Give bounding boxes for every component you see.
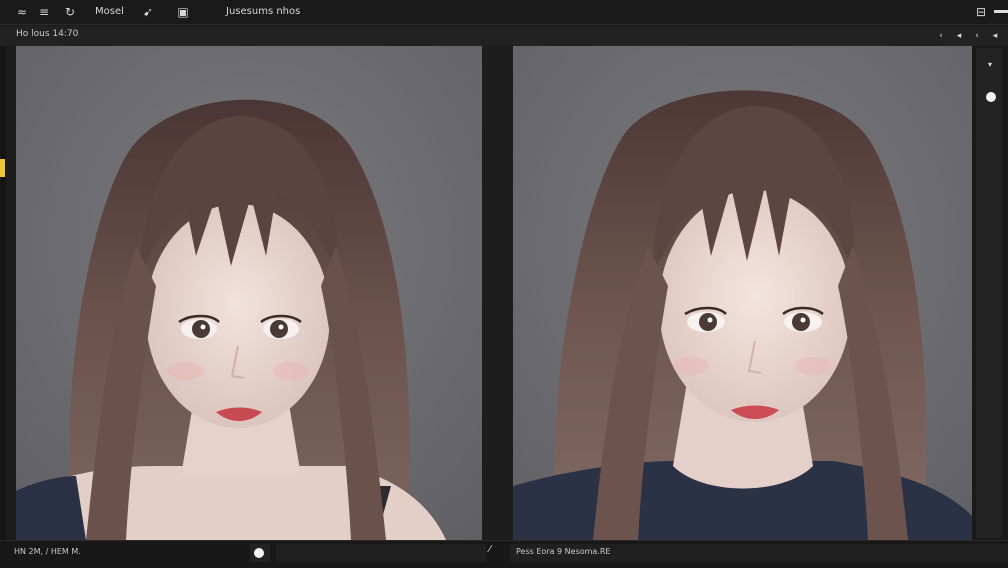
nav-back-icon[interactable]: ‹ bbox=[935, 29, 947, 43]
active-tool-marker[interactable] bbox=[0, 159, 5, 177]
zoom-slider-panel[interactable]: ▾ bbox=[976, 48, 1002, 538]
minimize-icon[interactable] bbox=[994, 10, 1008, 13]
menu-label[interactable]: Mosel bbox=[95, 3, 124, 21]
panel-header: Ho lous 14:70 ‹ ◂ ‹ ◂ bbox=[0, 26, 1008, 46]
portrait-image-right bbox=[513, 46, 972, 540]
bottom-status-bar: HN 2M, / HEM M. ⁄ Pess Eora 9 Nesoma.RE bbox=[0, 540, 1008, 568]
image-icon[interactable]: ▣ bbox=[175, 3, 191, 21]
bottom-input-field[interactable] bbox=[276, 544, 486, 562]
portrait-image-left bbox=[16, 46, 482, 540]
compare-divider[interactable] bbox=[482, 46, 513, 540]
top-toolbar: ≈ ≡ ↻ Mosel ➹ ▣ Jusesums nhos ⊟ bbox=[0, 0, 1008, 25]
panel-toggle-icon[interactable]: ⊟ bbox=[973, 3, 989, 21]
nav-prev-icon[interactable]: ◂ bbox=[953, 29, 965, 43]
slider-tick-icon: ▾ bbox=[988, 60, 993, 69]
viewport-original[interactable] bbox=[16, 46, 482, 540]
right-sidebar: ▾ bbox=[972, 46, 1008, 540]
bottom-input-field-right[interactable]: Pess Eora 9 Nesoma.RE bbox=[510, 544, 1008, 562]
panel-title: Ho lous 14:70 bbox=[16, 29, 79, 39]
status-text-left: HN 2M, / HEM M. bbox=[14, 547, 81, 556]
status-text-right: Pess Eora 9 Nesoma.RE bbox=[516, 547, 611, 556]
zoom-slider-handle[interactable] bbox=[986, 92, 996, 102]
nav-collapse-icon[interactable]: ◂ bbox=[989, 29, 1001, 43]
nav-left-icon[interactable]: ‹ bbox=[971, 29, 983, 43]
toolbar-title: Jusesums nhos bbox=[226, 6, 301, 17]
layers-icon[interactable]: ≡ bbox=[36, 3, 52, 21]
brush-icon[interactable]: ➹ bbox=[140, 3, 156, 21]
arrow-icon[interactable]: ≈ bbox=[14, 3, 30, 21]
bottom-slider-knob[interactable] bbox=[254, 548, 264, 558]
pen-icon[interactable]: ⁄ bbox=[489, 544, 491, 555]
refresh-icon[interactable]: ↻ bbox=[62, 3, 78, 21]
viewport-result[interactable] bbox=[513, 46, 972, 540]
left-tool-strip bbox=[0, 46, 6, 542]
